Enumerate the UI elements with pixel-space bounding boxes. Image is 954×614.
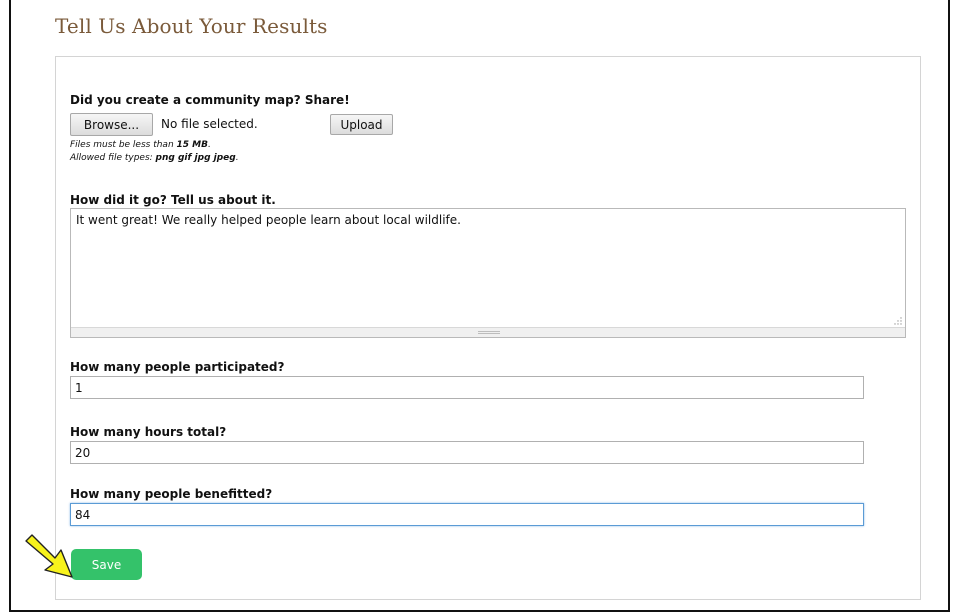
file-types-hint: Allowed file types: png gif jpg jpeg. xyxy=(70,153,239,163)
hours-label: How many hours total? xyxy=(70,425,227,439)
save-button[interactable]: Save xyxy=(71,549,142,580)
file-size-hint-suffix: . xyxy=(208,140,211,150)
resize-corner-icon[interactable] xyxy=(894,317,902,325)
story-textarea[interactable]: It went great! We really helped people l… xyxy=(71,209,905,327)
file-types-list: png gif jpg jpeg xyxy=(155,153,236,163)
pointer-arrow-icon xyxy=(25,534,73,578)
hours-input[interactable] xyxy=(70,441,864,464)
file-size-hint-prefix: Files must be less than xyxy=(70,140,177,150)
upload-button[interactable]: Upload xyxy=(330,114,393,135)
file-status-text: No file selected. xyxy=(161,117,258,131)
story-textarea-container: It went great! We really helped people l… xyxy=(70,208,906,338)
file-types-hint-suffix: . xyxy=(235,153,239,163)
benefitted-input[interactable] xyxy=(70,503,864,526)
resize-grip-icon xyxy=(478,331,500,334)
file-types-hint-prefix: Allowed file types: xyxy=(70,153,156,163)
browse-button[interactable]: Browse... xyxy=(70,113,153,136)
participants-label: How many people participated? xyxy=(70,360,285,374)
file-size-limit: 15 MB xyxy=(176,140,208,150)
benefitted-label: How many people benefitted? xyxy=(70,487,273,501)
upload-label: Did you create a community map? Share! xyxy=(70,93,350,107)
page-title: Tell Us About Your Results xyxy=(55,14,328,38)
file-size-hint: Files must be less than 15 MB. xyxy=(70,140,211,150)
textarea-resize-handle[interactable] xyxy=(71,327,905,337)
story-label: How did it go? Tell us about it. xyxy=(70,193,276,207)
participants-input[interactable] xyxy=(70,376,864,399)
